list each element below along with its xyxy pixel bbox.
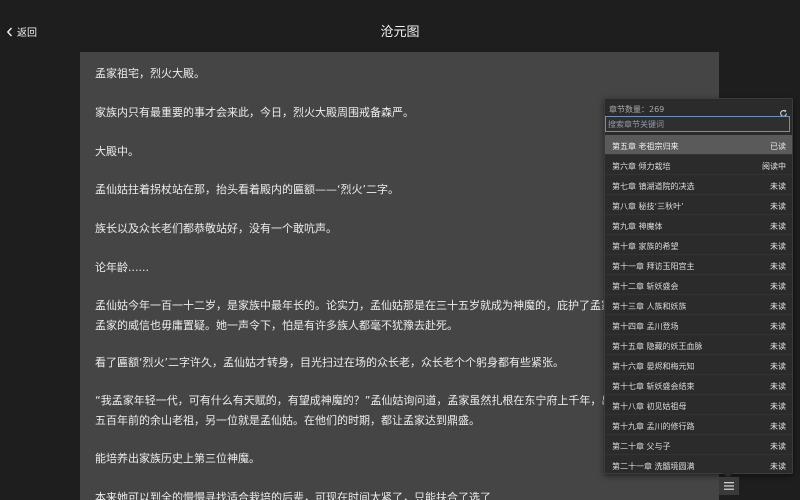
chapter-name: 第七章 镇湖道院的决选 (612, 182, 695, 191)
paragraph: 孟家祖宅，烈火大殿。 (95, 67, 205, 80)
chapter-name: 第八章 秘技‘三秋叶’ (612, 202, 684, 211)
chapter-status: 未读 (770, 322, 786, 331)
chapter-status: 未读 (770, 302, 786, 311)
chapter-status: 未读 (770, 422, 786, 431)
chapter-status: 未读 (770, 342, 786, 351)
chapter-row[interactable]: 第十七章 斩妖盛会结束 未读 (605, 375, 792, 395)
chapter-status: 未读 (770, 462, 786, 471)
chapter-name: 第五章 老祖宗归来 (612, 142, 679, 151)
chapter-name: 第十六章 晏烬和梅元知 (612, 362, 695, 371)
chapter-row[interactable]: 第十二章 斩妖盛会 未读 (605, 275, 792, 295)
chapter-row[interactable]: 第十四章 孟川登场 未读 (605, 315, 792, 335)
list-icon (724, 482, 734, 490)
chapter-panel: 章节数量：269 第五章 老祖宗归来 已读第六章 倾力栽培 阅读中第七章 镇湖道院的… (604, 98, 793, 474)
chapter-name: 第十一章 拜访玉阳宫主 (612, 262, 695, 271)
chapter-row[interactable]: 第五章 老祖宗归来 已读 (605, 135, 792, 155)
chapter-row[interactable]: 第六章 倾力栽培 阅读中 (605, 155, 792, 175)
chapter-status: 未读 (770, 442, 786, 451)
chapter-row[interactable]: 第八章 秘技‘三秋叶’ 未读 (605, 195, 792, 215)
paragraph: 本来她可以到全的慢慢寻找适合栽培的后辈，可现在时间太紧了，只能扶合了选了 (95, 491, 491, 500)
chapter-status: 未读 (770, 222, 786, 231)
chapter-status: 未读 (770, 262, 786, 271)
chapter-status: 未读 (770, 282, 786, 291)
chapter-status: 已读 (770, 142, 786, 151)
chapter-name: 第九章 神魔体 (612, 222, 663, 231)
chapter-row[interactable]: 第二十章 父与子 未读 (605, 435, 792, 455)
chapter-status: 未读 (770, 202, 786, 211)
chapter-name: 第十四章 孟川登场 (612, 322, 679, 331)
page-title: 沧元图 (380, 25, 420, 40)
chapter-list[interactable]: 第五章 老祖宗归来 已读 第六章 倾力栽培 阅读中 第七章 镇湖道院的决选 未读 第八章 秘… (605, 135, 792, 473)
chapter-row[interactable]: 第十一章 拜访玉阳宫主 未读 (605, 255, 792, 275)
chapter-status: 未读 (770, 382, 786, 391)
chapter-name: 第十二章 斩妖盛会 (612, 282, 679, 291)
top-bar: 返回 沧元图 (0, 0, 800, 52)
chapter-row[interactable]: 第十九章 孟川的修行路 未读 (605, 415, 792, 435)
chapter-row[interactable]: 第十三章 人族和妖族 未读 (605, 295, 792, 315)
chapter-row[interactable]: 第十章 家族的希望 未读 (605, 235, 792, 255)
chapter-status: 未读 (770, 402, 786, 411)
chapter-row[interactable]: 第七章 镇湖道院的决选 未读 (605, 175, 792, 195)
chapter-row[interactable]: 第二十一章 洗髓境圆满 未读 (605, 455, 792, 473)
chapter-name: 第六章 倾力栽培 (612, 162, 671, 171)
chapter-name: 第二十一章 洗髓境圆满 (612, 462, 695, 471)
chapter-status: 未读 (770, 362, 786, 371)
chapter-status: 未读 (770, 242, 786, 251)
chapter-name: 第十五章 隐藏的妖王血脉 (612, 342, 703, 351)
chapter-name: 第十七章 斩妖盛会结束 (612, 382, 695, 391)
chapter-status: 阅读中 (762, 162, 786, 171)
chapter-menu-button[interactable] (719, 477, 739, 495)
chapter-row[interactable]: 第十八章 初见姑祖母 未读 (605, 395, 792, 415)
chapter-status: 未读 (770, 182, 786, 191)
chapter-name: 第十章 家族的希望 (612, 242, 679, 251)
chapter-name: 第十三章 人族和妖族 (612, 302, 687, 311)
chapter-row[interactable]: 第十六章 晏烬和梅元知 未读 (605, 355, 792, 375)
chapter-name: 第二十章 父与子 (612, 442, 671, 451)
chapter-panel-header: 章节数量：269 (605, 99, 792, 117)
chapter-name: 第十八章 初见姑祖母 (612, 402, 687, 411)
chapter-count: 章节数量：269 (609, 105, 665, 114)
chapter-name: 第十九章 孟川的修行路 (612, 422, 695, 431)
chapter-row[interactable]: 第十五章 隐藏的妖王血脉 未读 (605, 335, 792, 355)
chapter-row[interactable]: 第九章 神魔体 未读 (605, 215, 792, 235)
chapter-search-input[interactable] (605, 116, 790, 132)
